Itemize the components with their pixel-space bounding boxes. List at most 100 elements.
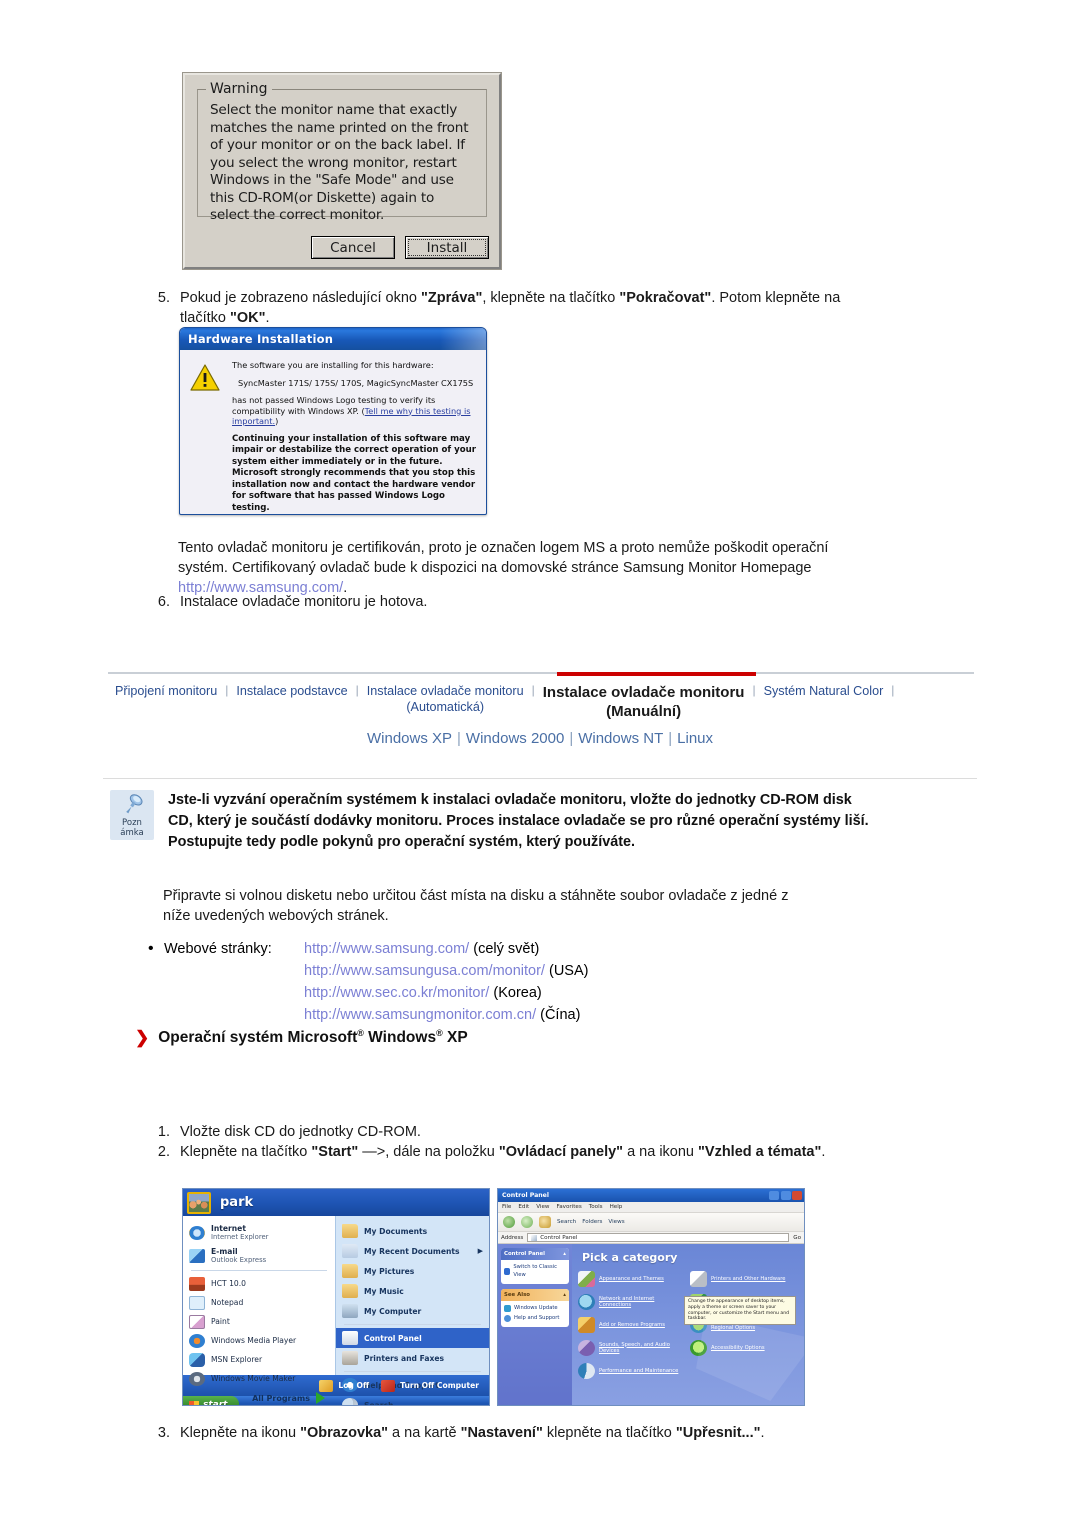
tab-instalace-podstavce[interactable]: Instalace podstavce: [229, 683, 354, 699]
start-item-internet[interactable]: Internet Internet Explorer: [183, 1221, 335, 1244]
search-toolbar-button[interactable]: Search: [557, 1219, 576, 1225]
close-button[interactable]: [792, 1191, 802, 1200]
start-item-movie-maker[interactable]: Windows Movie Maker: [183, 1369, 335, 1388]
tab-pripojeni-monitoru[interactable]: Připojení monitoru: [108, 683, 224, 699]
step-3-t3: klepněte na tlačítko: [542, 1425, 676, 1441]
note-icon-label: Pozn ámka: [120, 818, 143, 838]
category-appearance-and-themes[interactable]: Appearance and Themes: [578, 1271, 686, 1287]
start-item-my-pictures[interactable]: My Pictures: [336, 1261, 489, 1281]
start-item-sub: Internet Explorer: [211, 1232, 269, 1241]
category-performance-and-maintenance[interactable]: Performance and Maintenance: [578, 1363, 686, 1379]
web-link-usa[interactable]: http://www.samsungusa.com/monitor/: [304, 963, 545, 979]
folders-toolbar-button[interactable]: Folders: [582, 1219, 602, 1225]
maximize-button[interactable]: [780, 1191, 791, 1200]
cancel-button[interactable]: Cancel: [311, 236, 395, 259]
warning-groupbox: Warning Select the monitor name that exa…: [197, 81, 487, 223]
appearance-themes-icon: [578, 1271, 595, 1287]
printers-hardware-icon: [690, 1271, 707, 1287]
go-button[interactable]: Go: [793, 1235, 801, 1241]
address-input[interactable]: Control Panel: [527, 1233, 790, 1242]
start-item-my-documents[interactable]: My Documents: [336, 1221, 489, 1241]
start-item-msn[interactable]: MSN Explorer: [183, 1350, 335, 1369]
start-item-title: Windows Movie Maker: [211, 1374, 296, 1383]
tab-instalace-ovladace-automaticka[interactable]: Instalace ovladače monitoru (Automatická…: [360, 683, 531, 715]
back-icon[interactable]: [503, 1216, 515, 1228]
views-toolbar-button[interactable]: Views: [608, 1219, 624, 1225]
list-item: http://www.samsung.com/ (celý svět): [304, 938, 588, 960]
menu-tools[interactable]: Tools: [589, 1204, 603, 1210]
forward-icon[interactable]: [521, 1216, 533, 1228]
certified-line-1: Tento ovladač monitoru je certifikován, …: [178, 540, 829, 556]
minimize-button[interactable]: [769, 1191, 779, 1200]
start-item-my-computer[interactable]: My Computer: [336, 1301, 489, 1321]
step-2-text: Klepněte na tlačítko "Start" —>, dále na…: [180, 1142, 888, 1162]
os-link-linux[interactable]: Linux: [677, 730, 713, 747]
start-item-paint[interactable]: Paint: [183, 1312, 335, 1331]
category-network-and-internet-connections[interactable]: Network and Internet Connections: [578, 1294, 686, 1310]
start-item-notepad[interactable]: Notepad: [183, 1293, 335, 1312]
collapse-icon[interactable]: ▴: [563, 1251, 566, 1257]
category-sounds-speech-audio[interactable]: Sounds, Speech, and Audio Devices: [578, 1340, 686, 1356]
tab-label: Instalace ovladače monitoru: [542, 684, 745, 701]
sidebar-link-label: Switch to Classic View: [513, 1264, 557, 1278]
start-item-control-panel[interactable]: Control Panel: [336, 1328, 489, 1348]
start-item-title: MSN Explorer: [211, 1355, 263, 1364]
up-icon[interactable]: [539, 1216, 551, 1228]
sidebar-link-windows-update[interactable]: Windows Update: [504, 1304, 566, 1312]
step-5-text: Pokud je zobrazeno následující okno "Zpr…: [180, 288, 868, 328]
step-3-t1: Klepněte na ikonu: [180, 1425, 301, 1441]
log-off-button[interactable]: Log Off: [319, 1379, 369, 1392]
os-link-windows-2000[interactable]: Windows 2000: [466, 730, 564, 747]
tab-system-natural-color[interactable]: Systém Natural Color: [757, 683, 891, 699]
step-3-t4: .: [760, 1425, 765, 1441]
start-item-my-music[interactable]: My Music: [336, 1281, 489, 1301]
sidebar-panel-see-also: See Also ▴ Windows Update Help and Suppo…: [501, 1289, 569, 1327]
control-panel-titlebar: Control Panel: [498, 1189, 804, 1202]
note-icon-label-line1: Pozn: [122, 818, 142, 828]
sidebar-link-switch-classic[interactable]: Switch to Classic View: [504, 1263, 566, 1279]
start-item-hct[interactable]: HCT 10.0: [183, 1274, 335, 1293]
start-item-sub: Outlook Express: [211, 1255, 267, 1264]
menu-view[interactable]: View: [536, 1204, 549, 1210]
category-printers-and-other-hardware[interactable]: Printers and Other Hardware: [690, 1271, 798, 1287]
menu-help[interactable]: Help: [610, 1204, 623, 1210]
start-item-title: Notepad: [211, 1298, 244, 1307]
windows-media-player-icon: [189, 1333, 205, 1348]
sidebar-panel-title: See Also: [504, 1292, 531, 1298]
menu-favorites[interactable]: Favorites: [557, 1204, 582, 1210]
collapse-icon[interactable]: ▴: [563, 1292, 566, 1298]
web-link-global[interactable]: http://www.samsung.com/: [304, 941, 469, 957]
menu-edit[interactable]: Edit: [518, 1204, 529, 1210]
sidebar-link-help-and-support[interactable]: Help and Support: [504, 1314, 566, 1322]
os-link-windows-nt[interactable]: Windows NT: [578, 730, 663, 747]
menu-file[interactable]: File: [502, 1204, 511, 1210]
warning-legend: Warning: [206, 81, 272, 97]
start-item-search[interactable]: Search: [336, 1395, 489, 1405]
tab-instalace-ovladace-manualni[interactable]: Instalace ovladače monitoru (Manuální): [536, 683, 752, 721]
tab-separator: |: [891, 683, 895, 697]
step-1-xp: 1. Vložte disk CD do jednotky CD-ROM.: [148, 1122, 888, 1142]
start-button[interactable]: start: [183, 1396, 240, 1406]
tab-label: Instalace ovladače monitoru: [366, 684, 524, 698]
install-button[interactable]: Install: [405, 236, 489, 259]
start-item-wmp[interactable]: Windows Media Player: [183, 1331, 335, 1350]
turn-off-computer-button[interactable]: Turn Off Computer: [381, 1379, 479, 1392]
web-link-korea[interactable]: http://www.sec.co.kr/monitor/: [304, 985, 489, 1001]
os-link-windows-xp[interactable]: Windows XP: [367, 730, 452, 747]
category-tooltip: Change the appearance of desktop items, …: [684, 1296, 796, 1326]
web-link-china[interactable]: http://www.samsungmonitor.com.cn/: [304, 1007, 536, 1023]
search-icon: [342, 1398, 358, 1405]
sidebar-panel-list: Switch to Classic View: [501, 1260, 569, 1284]
start-menu-right-column: My Documents My Recent Documents ▶ My Pi…: [335, 1216, 489, 1405]
control-panel-small-icon: [531, 1234, 538, 1241]
start-item-label: My Pictures: [364, 1266, 415, 1276]
start-item-printers-and-faxes[interactable]: Printers and Faxes: [336, 1348, 489, 1368]
start-button-label: start: [203, 1400, 228, 1406]
step-5-number: 5.: [157, 290, 170, 306]
start-item-my-recent-documents[interactable]: My Recent Documents ▶: [336, 1241, 489, 1261]
category-add-or-remove-programs[interactable]: Add or Remove Programs: [578, 1317, 686, 1333]
start-item-email[interactable]: E-mail Outlook Express: [183, 1244, 335, 1267]
performance-maintenance-icon: [578, 1363, 595, 1379]
address-label: Address: [501, 1234, 524, 1241]
tab-label: Připojení monitoru: [115, 684, 218, 698]
